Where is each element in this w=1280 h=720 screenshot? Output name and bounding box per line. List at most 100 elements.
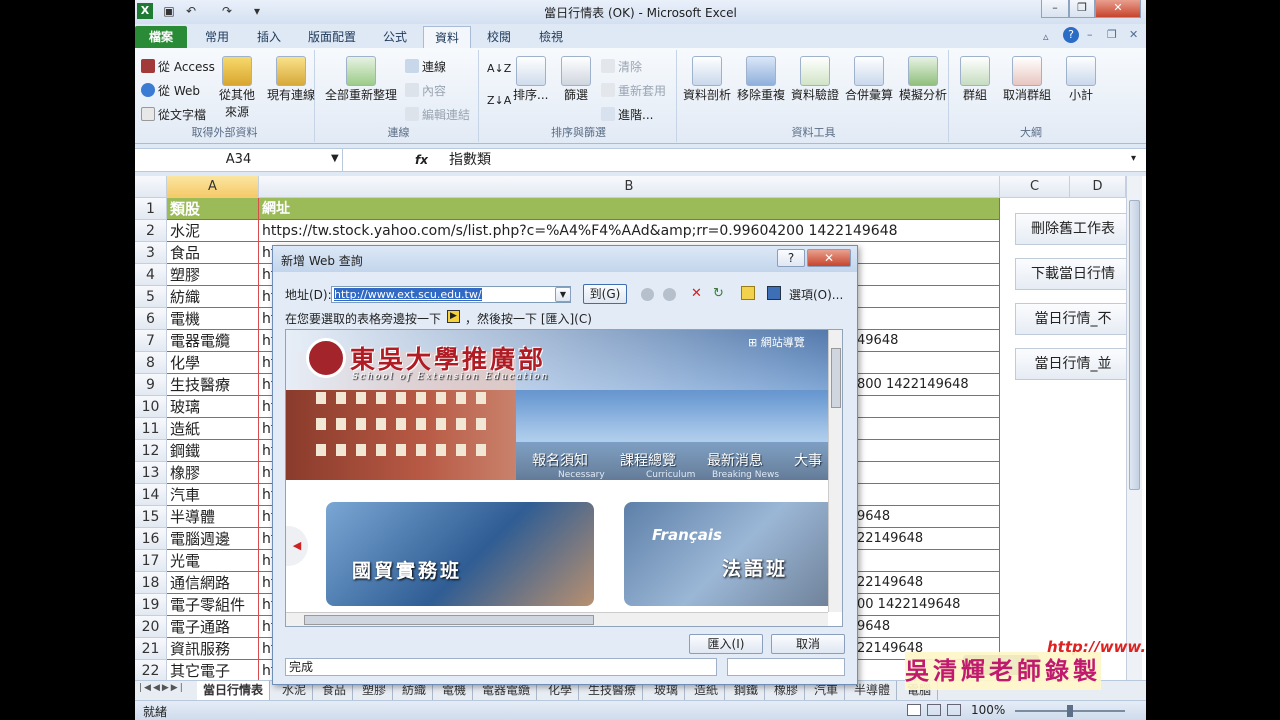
address-dropdown-icon[interactable]: ▼ [555,287,571,302]
tab-view[interactable]: 檢視 [527,26,575,48]
row-header[interactable]: 16 [135,528,167,550]
cell-category[interactable]: 鋼鐵 [167,440,259,462]
from-access-button[interactable]: 從 Access [141,58,215,75]
row-header[interactable]: 2 [135,220,167,242]
dialog-close-button[interactable]: ✕ [807,249,851,267]
cell-category[interactable]: 電腦週邊 [167,528,259,550]
row-header[interactable]: 13 [135,462,167,484]
cell-category[interactable]: 其它電子 [167,660,259,682]
web-hscroll[interactable] [286,612,828,626]
row-header[interactable]: 20 [135,616,167,638]
web-vscroll-thumb[interactable] [831,348,841,408]
column-header-b[interactable]: B [259,176,1000,198]
row-header[interactable]: 12 [135,440,167,462]
sort-az-icon[interactable]: A↓Z [487,62,511,75]
cell-category[interactable]: 光電 [167,550,259,572]
course-card-trade[interactable]: 國貿實務班 [326,502,594,606]
consolidate-button[interactable]: 合併彙算 [843,56,895,103]
nav-events[interactable]: 大事 [794,450,822,470]
row-header[interactable]: 22 [135,660,167,682]
row-header[interactable]: 21 [135,638,167,660]
web-preview[interactable]: 東吳大學推廣部 School of Extension Education ⊞ … [285,329,843,627]
remove-duplicates-button[interactable]: 移除重複 [735,56,787,103]
today-quotes-button-1[interactable]: 當日行情_不 [1015,303,1131,335]
forward-icon[interactable] [663,288,676,301]
name-box-dropdown-icon[interactable]: ▼ [331,153,339,164]
header-cell-category[interactable]: 類股 [167,198,259,220]
filter-button[interactable]: 篩選 [561,56,591,103]
tab-file[interactable]: 檔案 [135,26,187,48]
cell-category[interactable]: 化學 [167,352,259,374]
from-text-button[interactable]: 從文字檔 [141,106,206,123]
normal-view-icon[interactable] [907,704,921,716]
cell-category[interactable]: 電子零組件 [167,594,259,616]
formula-content[interactable]: 指數類 [449,149,491,171]
hide-icons-icon[interactable] [741,286,755,300]
workbook-restore-icon[interactable]: ❐ [1107,28,1117,41]
connections-button[interactable]: 連線 [405,58,446,75]
group-button[interactable]: 群組 [953,56,997,103]
download-today-quotes-button[interactable]: 下載當日行情 [1015,258,1131,290]
cell-category[interactable]: 通信網路 [167,572,259,594]
tab-formulas[interactable]: 公式 [371,26,419,48]
row-header[interactable]: 1 [135,198,167,220]
page-break-view-icon[interactable] [947,704,961,716]
row-header[interactable]: 4 [135,264,167,286]
ribbon-minimize-icon[interactable]: ▵ [1043,30,1049,43]
row-header[interactable]: 5 [135,286,167,308]
row-header[interactable]: 14 [135,484,167,506]
data-validation-button[interactable]: 資料驗證 [789,56,841,103]
back-icon[interactable] [641,288,654,301]
zoom-level[interactable]: 100% [971,703,1005,717]
tab-page-layout[interactable]: 版面配置 [299,26,365,48]
tab-review[interactable]: 校閱 [475,26,523,48]
cell-url[interactable]: https://tw.stock.yahoo.com/s/list.php?c=… [259,220,1000,242]
select-all-corner[interactable] [135,176,167,198]
nav-news[interactable]: 最新消息 [707,450,763,470]
row-header[interactable]: 3 [135,242,167,264]
sitemap-link[interactable]: ⊞ 網站導覽 [748,334,805,350]
cell-category[interactable]: 紡織 [167,286,259,308]
cell-category[interactable]: 電子通路 [167,616,259,638]
row-header[interactable]: 6 [135,308,167,330]
today-quotes-button-2[interactable]: 當日行情_並 [1015,348,1131,380]
subtotal-button[interactable]: 小計 [1059,56,1103,103]
properties-button[interactable]: 內容 [405,82,446,99]
cell-category[interactable]: 塑膠 [167,264,259,286]
cell-category[interactable]: 汽車 [167,484,259,506]
cell-category[interactable]: 玻璃 [167,396,259,418]
row-header[interactable]: 18 [135,572,167,594]
row-header[interactable]: 17 [135,550,167,572]
nav-registration[interactable]: 報名須知 [532,450,588,470]
close-button[interactable]: ✕ [1095,0,1141,18]
advanced-button[interactable]: 進階... [601,106,653,123]
header-cell-url[interactable]: 網址 [259,198,1000,220]
from-web-button[interactable]: 從 Web [141,82,200,99]
existing-connections-button[interactable]: 現有連線 [267,56,315,103]
tab-data[interactable]: 資料 [423,26,471,48]
ungroup-button[interactable]: 取消群組 [997,56,1057,103]
go-button[interactable]: 到(G) [583,284,627,304]
workbook-minimize-icon[interactable]: – [1087,28,1093,41]
row-header[interactable]: 7 [135,330,167,352]
page-layout-view-icon[interactable] [927,704,941,716]
tab-insert[interactable]: 插入 [245,26,293,48]
cell-category[interactable]: 半導體 [167,506,259,528]
edit-links-button[interactable]: 編輯連結 [405,106,470,123]
sheet-tab-active[interactable]: 當日行情表 [197,681,271,700]
scroll-thumb[interactable] [1129,200,1140,490]
row-header[interactable]: 19 [135,594,167,616]
row-header[interactable]: 15 [135,506,167,528]
help-icon[interactable]: ? [1063,27,1079,43]
zoom-slider-thumb[interactable] [1067,705,1073,717]
workbook-close-icon[interactable]: ✕ [1129,28,1138,41]
save-query-icon[interactable] [767,286,781,300]
cell-category[interactable]: 水泥 [167,220,259,242]
delete-old-sheets-button[interactable]: 刪除舊工作表 [1015,213,1131,245]
import-button[interactable]: 匯入(I) [689,634,763,654]
column-header-d[interactable]: D [1070,176,1126,198]
minimize-button[interactable]: – [1041,0,1069,18]
options-button[interactable]: 選項(O)... [789,286,843,303]
name-box[interactable]: A34 [135,149,343,171]
web-hscroll-thumb[interactable] [304,615,594,625]
